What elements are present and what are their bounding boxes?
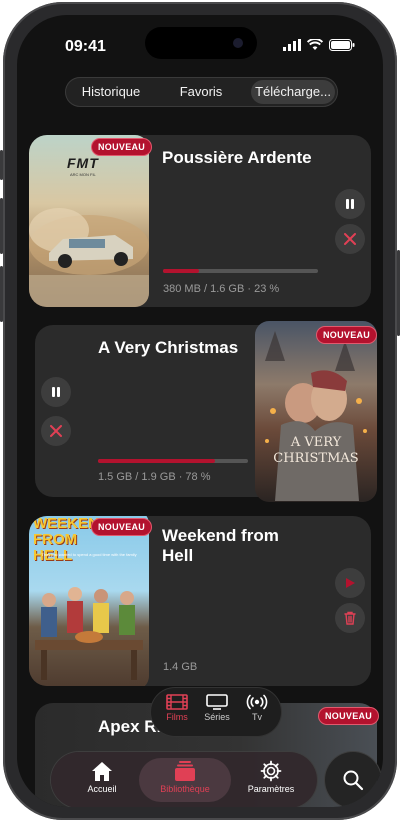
tab-label: Paramètres [247, 784, 295, 794]
download-meta: 1.4 GB [163, 661, 198, 673]
battery-icon [329, 39, 355, 51]
poster-weekend-from-hell: WEEKEND FROM HELL They just wanted to sp… [29, 516, 149, 686]
status-bar: 09:41 [17, 15, 383, 65]
new-badge: NOUVEAU [91, 518, 153, 536]
cancel-icon [50, 425, 62, 437]
volume-up-button [0, 198, 3, 254]
tab-bibliotheque[interactable]: Bibliothèque [139, 758, 231, 802]
poster-a-very-christmas: A VERY CHRISTMAS NOUVEAU [255, 321, 377, 502]
status-time: 09:41 [65, 38, 106, 55]
poster-title: FMT [67, 155, 99, 171]
download-meta: 1.5 GB / 1.9 GB · 78 % [98, 471, 211, 483]
tab-parametres[interactable]: Paramètres [231, 758, 311, 802]
library-icon [175, 761, 195, 781]
tab-bar: Accueil Bibliothèque Paramètres [51, 752, 317, 807]
pause-icon [346, 199, 354, 209]
camera-icon [233, 38, 243, 48]
phone-frame: 09:41 Historique Favoris Télécharge... F… [0, 2, 400, 820]
poster-subtitle: ARC MON FIL [70, 172, 96, 177]
signal-icon [283, 39, 301, 51]
download-title: A Very Christmas [98, 338, 239, 357]
tv-icon [206, 694, 228, 710]
category-series[interactable]: Séries [197, 694, 237, 722]
download-card-weekend-from-hell[interactable]: WEEKEND FROM HELL They just wanted to sp… [29, 516, 371, 686]
category-switcher: Films Séries Tv [151, 688, 281, 736]
library-segmented-control: Historique Favoris Télécharge... [65, 77, 338, 107]
film-icon [166, 694, 188, 710]
poster-art [265, 331, 367, 501]
new-badge: NOUVEAU [318, 707, 380, 725]
download-meta: 380 MB / 1.6 GB · 23 % [163, 283, 280, 295]
pause-button[interactable] [41, 377, 71, 407]
screen: 09:41 Historique Favoris Télécharge... F… [17, 15, 383, 807]
download-title: Weekend from Hell [162, 526, 279, 565]
action-button [0, 150, 3, 180]
pause-button[interactable] [335, 189, 365, 219]
broadcast-icon [246, 694, 268, 710]
trash-icon [344, 611, 356, 625]
poster-poussiere-ardente: FMT ARC MON FIL [29, 135, 149, 307]
gear-icon [260, 760, 282, 782]
tab-favoris[interactable]: Favoris [161, 77, 241, 107]
category-films[interactable]: Films [157, 694, 197, 722]
tab-telechargements[interactable]: Télécharge... [251, 80, 335, 104]
download-progress-fill [163, 269, 199, 273]
tab-historique[interactable]: Historique [71, 77, 151, 107]
download-progress-fill [98, 459, 215, 463]
cancel-icon [344, 233, 356, 245]
pause-icon [52, 387, 60, 397]
poster-subtitle: They just wanted to spend a good time wi… [41, 552, 137, 557]
volume-down-button [0, 266, 3, 322]
cancel-button[interactable] [335, 224, 365, 254]
home-icon [92, 762, 112, 781]
download-title: Poussière Ardente [162, 148, 312, 167]
delete-button[interactable] [335, 603, 365, 633]
search-button[interactable] [325, 752, 381, 807]
download-progress-bar [98, 459, 248, 463]
tab-label: Bibliothèque [160, 784, 210, 794]
dynamic-island [145, 27, 257, 59]
poster-title: A VERY CHRISTMAS [273, 435, 359, 466]
new-badge: NOUVEAU [91, 138, 153, 156]
wifi-icon [307, 39, 323, 50]
search-icon [343, 770, 364, 791]
category-label: Tv [252, 712, 262, 722]
status-icons [283, 39, 355, 51]
category-tv[interactable]: Tv [237, 694, 277, 722]
tab-label: Accueil [87, 784, 117, 794]
new-badge: NOUVEAU [316, 326, 377, 344]
download-card-poussiere-ardente[interactable]: FMT ARC MON FIL NOUVEAU Poussière Ardent… [29, 135, 371, 307]
tab-accueil[interactable]: Accueil [59, 758, 145, 802]
play-button[interactable] [335, 568, 365, 598]
category-label: Séries [204, 712, 230, 722]
category-label: Films [166, 712, 188, 722]
download-progress-bar [163, 269, 318, 273]
play-icon [346, 578, 355, 588]
cancel-button[interactable] [41, 416, 71, 446]
